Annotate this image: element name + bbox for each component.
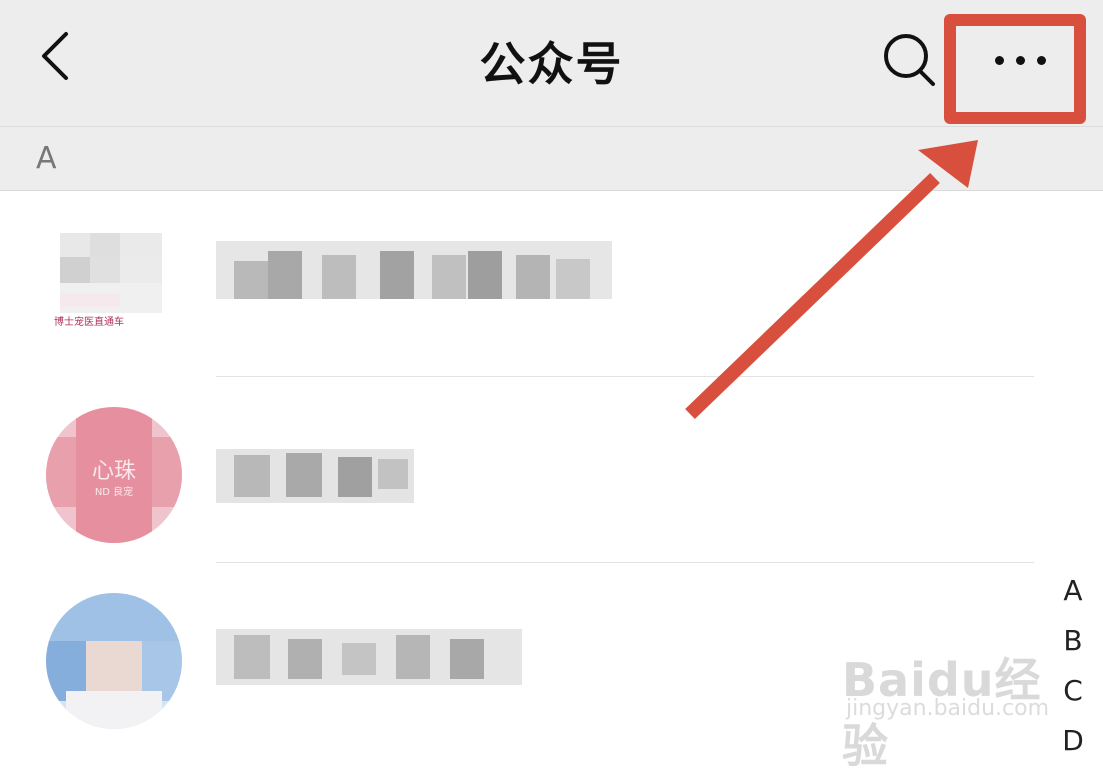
arrow-annotation (685, 140, 978, 420)
